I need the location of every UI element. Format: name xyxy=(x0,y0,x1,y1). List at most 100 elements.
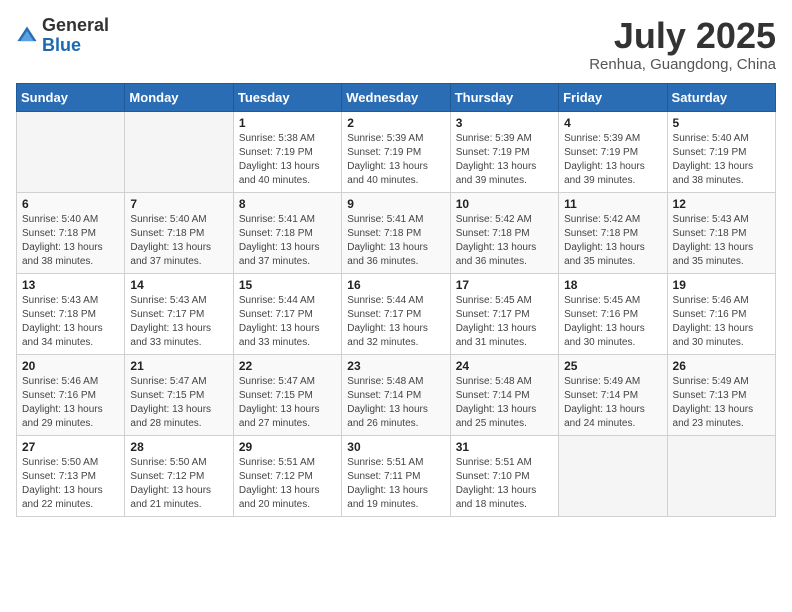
day-info: Sunrise: 5:47 AMSunset: 7:15 PMDaylight:… xyxy=(130,375,227,431)
day-number: 13 xyxy=(22,278,119,292)
logo-blue-text: Blue xyxy=(42,35,81,55)
calendar-header-wednesday: Wednesday xyxy=(342,83,450,111)
day-number: 15 xyxy=(239,278,336,292)
day-info: Sunrise: 5:40 AMSunset: 7:19 PMDaylight:… xyxy=(673,132,770,188)
calendar-cell: 18 Sunrise: 5:45 AMSunset: 7:16 PMDayligh… xyxy=(559,273,667,354)
day-info: Sunrise: 5:40 AMSunset: 7:18 PMDaylight:… xyxy=(22,213,119,269)
day-info: Sunrise: 5:49 AMSunset: 7:13 PMDaylight:… xyxy=(673,375,770,431)
day-info: Sunrise: 5:41 AMSunset: 7:18 PMDaylight:… xyxy=(347,213,444,269)
calendar-cell: 16 Sunrise: 5:44 AMSunset: 7:17 PMDayligh… xyxy=(342,273,450,354)
calendar-cell: 1 Sunrise: 5:38 AMSunset: 7:19 PMDaylight… xyxy=(233,111,341,192)
calendar-cell: 31Sunrise: 5:51 AMSunset: 7:10 PMDayligh… xyxy=(450,435,558,516)
day-info: Sunrise: 5:38 AMSunset: 7:19 PMDaylight:… xyxy=(239,132,336,188)
calendar-cell: 9Sunrise: 5:41 AMSunset: 7:18 PMDaylight… xyxy=(342,192,450,273)
day-info: Sunrise: 5:39 AMSunset: 7:19 PMDaylight:… xyxy=(347,132,444,188)
logo-general-text: General xyxy=(42,15,109,35)
day-number: 17 xyxy=(456,278,553,292)
day-number: 14 xyxy=(130,278,227,292)
day-number: 5 xyxy=(673,116,770,130)
calendar-cell: 24Sunrise: 5:48 AMSunset: 7:14 PMDayligh… xyxy=(450,354,558,435)
calendar-cell: 17 Sunrise: 5:45 AMSunset: 7:17 PMDayligh… xyxy=(450,273,558,354)
day-info: Sunrise: 5:40 AMSunset: 7:18 PMDaylight:… xyxy=(130,213,227,269)
day-info: Sunrise: 5:39 AMSunset: 7:19 PMDaylight:… xyxy=(456,132,553,188)
day-number: 7 xyxy=(130,197,227,211)
calendar-week-row: 20Sunrise: 5:46 AMSunset: 7:16 PMDayligh… xyxy=(17,354,776,435)
day-info: Sunrise: 5:50 AMSunset: 7:12 PMDaylight:… xyxy=(130,456,227,512)
day-number: 26 xyxy=(673,359,770,373)
calendar-cell: 7 Sunrise: 5:40 AMSunset: 7:18 PMDaylight… xyxy=(125,192,233,273)
calendar-header-tuesday: Tuesday xyxy=(233,83,341,111)
header: General Blue July 2025 Renhua, Guangdong… xyxy=(16,16,776,73)
day-number: 24 xyxy=(456,359,553,373)
calendar-header-row: SundayMondayTuesdayWednesdayThursdayFrid… xyxy=(17,83,776,111)
day-info: Sunrise: 5:44 AMSunset: 7:17 PMDaylight:… xyxy=(347,294,444,350)
logo: General Blue xyxy=(16,16,109,56)
calendar-header-monday: Monday xyxy=(125,83,233,111)
day-info: Sunrise: 5:41 AMSunset: 7:18 PMDaylight:… xyxy=(239,213,336,269)
day-info: Sunrise: 5:42 AMSunset: 7:18 PMDaylight:… xyxy=(564,213,661,269)
day-number: 4 xyxy=(564,116,661,130)
calendar-cell: 20Sunrise: 5:46 AMSunset: 7:16 PMDayligh… xyxy=(17,354,125,435)
calendar-cell: 29 Sunrise: 5:51 AMSunset: 7:12 PMDayligh… xyxy=(233,435,341,516)
day-info: Sunrise: 5:50 AMSunset: 7:13 PMDaylight:… xyxy=(22,456,119,512)
calendar-cell: 25Sunrise: 5:49 AMSunset: 7:14 PMDayligh… xyxy=(559,354,667,435)
calendar-week-row: 1 Sunrise: 5:38 AMSunset: 7:19 PMDaylight… xyxy=(17,111,776,192)
calendar-cell: 8Sunrise: 5:41 AMSunset: 7:18 PMDaylight… xyxy=(233,192,341,273)
calendar-week-row: 13 Sunrise: 5:43 AMSunset: 7:18 PMDayligh… xyxy=(17,273,776,354)
calendar-week-row: 27 Sunrise: 5:50 AMSunset: 7:13 PMDayligh… xyxy=(17,435,776,516)
calendar-cell xyxy=(559,435,667,516)
day-info: Sunrise: 5:42 AMSunset: 7:18 PMDaylight:… xyxy=(456,213,553,269)
month-year-title: July 2025 xyxy=(589,16,776,56)
day-number: 12 xyxy=(673,197,770,211)
calendar-cell: 6 Sunrise: 5:40 AMSunset: 7:18 PMDaylight… xyxy=(17,192,125,273)
calendar-cell: 30 Sunrise: 5:51 AMSunset: 7:11 PMDayligh… xyxy=(342,435,450,516)
calendar-cell: 27 Sunrise: 5:50 AMSunset: 7:13 PMDayligh… xyxy=(17,435,125,516)
day-number: 27 xyxy=(22,440,119,454)
day-number: 21 xyxy=(130,359,227,373)
calendar-cell: 21 Sunrise: 5:47 AMSunset: 7:15 PMDayligh… xyxy=(125,354,233,435)
day-number: 1 xyxy=(239,116,336,130)
day-info: Sunrise: 5:46 AMSunset: 7:16 PMDaylight:… xyxy=(22,375,119,431)
day-number: 3 xyxy=(456,116,553,130)
day-info: Sunrise: 5:46 AMSunset: 7:16 PMDaylight:… xyxy=(673,294,770,350)
day-number: 28 xyxy=(130,440,227,454)
day-number: 6 xyxy=(22,197,119,211)
day-number: 23 xyxy=(347,359,444,373)
calendar-cell: 10 Sunrise: 5:42 AMSunset: 7:18 PMDayligh… xyxy=(450,192,558,273)
calendar-cell xyxy=(667,435,775,516)
day-info: Sunrise: 5:45 AMSunset: 7:17 PMDaylight:… xyxy=(456,294,553,350)
calendar-cell: 11 Sunrise: 5:42 AMSunset: 7:18 PMDayligh… xyxy=(559,192,667,273)
day-number: 11 xyxy=(564,197,661,211)
calendar-cell: 28 Sunrise: 5:50 AMSunset: 7:12 PMDayligh… xyxy=(125,435,233,516)
day-number: 29 xyxy=(239,440,336,454)
day-info: Sunrise: 5:51 AMSunset: 7:12 PMDaylight:… xyxy=(239,456,336,512)
day-number: 2 xyxy=(347,116,444,130)
calendar-cell: 23 Sunrise: 5:48 AMSunset: 7:14 PMDayligh… xyxy=(342,354,450,435)
day-number: 18 xyxy=(564,278,661,292)
calendar-cell: 2 Sunrise: 5:39 AMSunset: 7:19 PMDaylight… xyxy=(342,111,450,192)
calendar-cell: 3 Sunrise: 5:39 AMSunset: 7:19 PMDaylight… xyxy=(450,111,558,192)
day-info: Sunrise: 5:48 AMSunset: 7:14 PMDaylight:… xyxy=(347,375,444,431)
day-info: Sunrise: 5:51 AMSunset: 7:10 PMDaylight:… xyxy=(456,456,553,512)
day-info: Sunrise: 5:47 AMSunset: 7:15 PMDaylight:… xyxy=(239,375,336,431)
day-number: 30 xyxy=(347,440,444,454)
calendar-cell: 26 Sunrise: 5:49 AMSunset: 7:13 PMDayligh… xyxy=(667,354,775,435)
location-text: Renhua, Guangdong, China xyxy=(589,56,776,73)
calendar-table: SundayMondayTuesdayWednesdayThursdayFrid… xyxy=(16,83,776,517)
day-number: 16 xyxy=(347,278,444,292)
day-info: Sunrise: 5:43 AMSunset: 7:17 PMDaylight:… xyxy=(130,294,227,350)
calendar-week-row: 6 Sunrise: 5:40 AMSunset: 7:18 PMDaylight… xyxy=(17,192,776,273)
day-number: 10 xyxy=(456,197,553,211)
calendar-cell xyxy=(125,111,233,192)
day-info: Sunrise: 5:45 AMSunset: 7:16 PMDaylight:… xyxy=(564,294,661,350)
day-number: 22 xyxy=(239,359,336,373)
day-number: 19 xyxy=(673,278,770,292)
calendar-cell: 15 Sunrise: 5:44 AMSunset: 7:17 PMDayligh… xyxy=(233,273,341,354)
calendar-cell: 4Sunrise: 5:39 AMSunset: 7:19 PMDaylight… xyxy=(559,111,667,192)
day-info: Sunrise: 5:44 AMSunset: 7:17 PMDaylight:… xyxy=(239,294,336,350)
calendar-cell: 22 Sunrise: 5:47 AMSunset: 7:15 PMDayligh… xyxy=(233,354,341,435)
calendar-cell: 14 Sunrise: 5:43 AMSunset: 7:17 PMDayligh… xyxy=(125,273,233,354)
day-info: Sunrise: 5:51 AMSunset: 7:11 PMDaylight:… xyxy=(347,456,444,512)
calendar-header-sunday: Sunday xyxy=(17,83,125,111)
day-info: Sunrise: 5:43 AMSunset: 7:18 PMDaylight:… xyxy=(22,294,119,350)
